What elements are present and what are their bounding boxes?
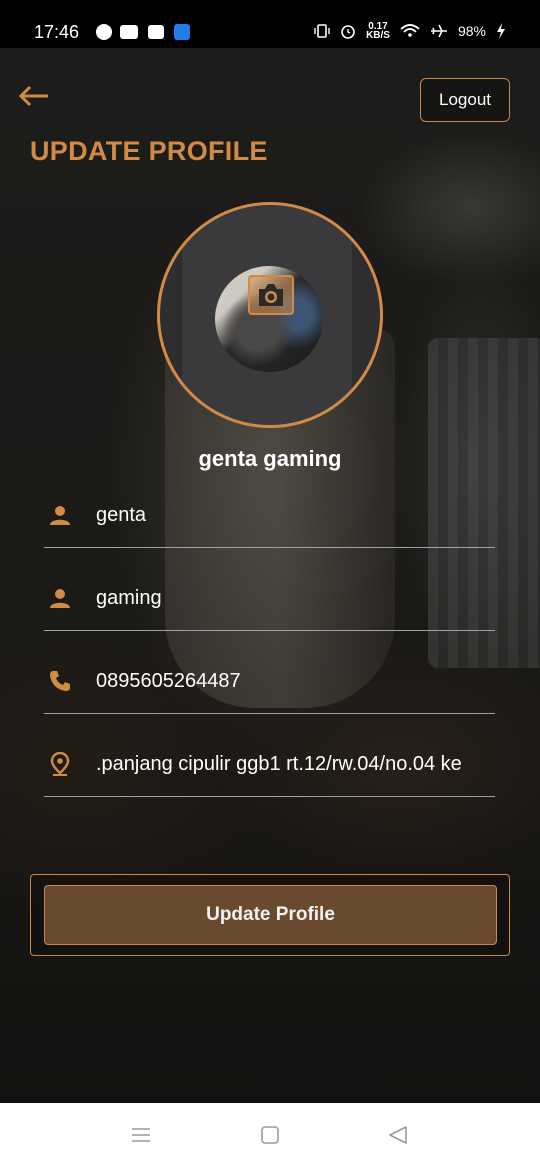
lazada-icon [120, 25, 138, 39]
last-name-field[interactable]: gaming [44, 574, 495, 631]
vibrate-icon [314, 24, 330, 38]
charging-icon [497, 23, 505, 39]
avatar [157, 202, 383, 428]
usb-icon [174, 24, 190, 40]
facebook-icon [96, 24, 112, 40]
first-name-value: genta [96, 504, 147, 526]
wifi-icon [400, 24, 420, 37]
logout-button[interactable]: Logout [420, 78, 510, 122]
speed-unit: KB/S [366, 30, 390, 41]
person-icon [50, 589, 70, 608]
ge-icon [148, 25, 164, 39]
profile-display-name: genta gaming [198, 446, 342, 471]
status-indicators: 0.17 KB/S 98% [314, 22, 506, 41]
person-icon [50, 506, 70, 525]
camera-icon [259, 284, 283, 306]
page-title: UPDATE PROFILE [30, 136, 268, 166]
airplane-icon [430, 24, 447, 38]
home-square-icon[interactable] [260, 1125, 280, 1145]
status-bar: 17:46 0.17 KB/S 98% [0, 0, 540, 48]
status-time: 17:46 [34, 22, 80, 42]
update-profile-button[interactable]: Update Profile [44, 885, 497, 945]
first-name-field[interactable]: genta [44, 491, 495, 548]
address-field[interactable]: .panjang cipulir ggb1 rt.12/rw.04/no.04 … [44, 740, 495, 797]
profile-screen: Logout UPDATE PROFILE genta gaming genta… [0, 48, 540, 1103]
battery-level: 98% [457, 23, 486, 39]
menu-icon[interactable] [131, 1125, 151, 1145]
update-profile-container: Update Profile [30, 874, 510, 956]
phone-value: 0895605264487 [96, 670, 241, 692]
back-triangle-icon[interactable] [387, 1125, 409, 1145]
network-speed: 0.17 KB/S [366, 22, 390, 41]
arrow-left-icon[interactable] [18, 84, 50, 108]
phone-field[interactable]: 0895605264487 [44, 657, 495, 714]
location-pin-icon [50, 752, 70, 776]
last-name-value: gaming [96, 587, 162, 609]
system-navigation-bar [0, 1103, 540, 1170]
change-photo-button[interactable] [248, 275, 294, 315]
phone-icon [50, 671, 70, 691]
alarm-icon [341, 25, 355, 39]
address-value: .panjang cipulir ggb1 rt.12/rw.04/no.04 … [96, 753, 462, 775]
